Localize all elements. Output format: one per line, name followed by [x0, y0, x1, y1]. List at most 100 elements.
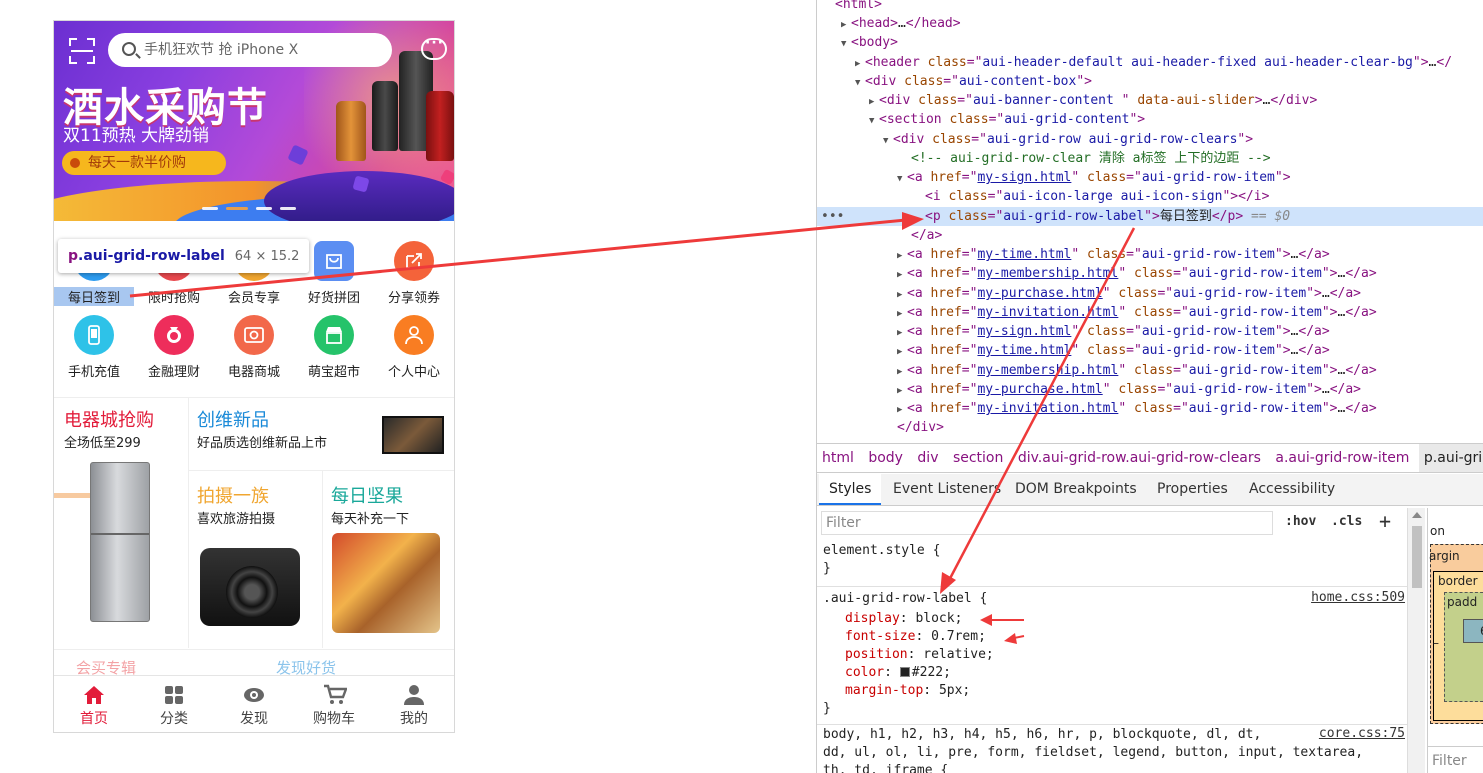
promo-title: 每日坚果 — [331, 486, 403, 507]
dom-node[interactable]: ▼ <a href="my-sign.html" class="aui-grid-… — [817, 168, 1483, 187]
dom-node[interactable]: ▶ <header class="aui-header-default aui-h… — [817, 53, 1483, 72]
css-property[interactable]: position: relative; — [845, 646, 994, 664]
box-model-margin[interactable]: argin border padd 6 – — [1429, 544, 1483, 724]
breadcrumb-item[interactable]: a.aui-grid-row-item — [1270, 444, 1414, 472]
breadcrumb-item[interactable]: body — [863, 444, 908, 472]
grid-item-recharge[interactable]: 手机充值 — [54, 305, 134, 380]
promo-divider — [188, 398, 189, 648]
dom-node[interactable]: ▶ <div class="aui-banner-content " data-a… — [817, 91, 1483, 110]
grid-item-baby-market[interactable]: 萌宝超市 — [294, 305, 374, 380]
dom-node[interactable]: ▶ <a href="my-purchase.html" class="aui-g… — [817, 284, 1483, 303]
banner-pill: 每天一款半价购 — [62, 151, 226, 175]
pill-dot — [70, 158, 80, 168]
rule-selector[interactable]: th, td, iframe { — [823, 762, 948, 773]
dom-node-selected[interactable]: ••• <p class="aui-grid-row-label">每日签到</p… — [817, 207, 1483, 226]
dom-node[interactable]: ▶ <head>…</head> — [817, 14, 1483, 33]
dom-node[interactable]: <i class="aui-icon-large aui-icon-sign">… — [817, 187, 1483, 206]
search-bar[interactable] — [108, 33, 392, 67]
rule-selector[interactable]: body, h1, h2, h3, h4, h5, h6, hr, p, blo… — [823, 726, 1261, 744]
banner-pill-text: 每天一款半价购 — [88, 155, 186, 171]
tab-properties[interactable]: Properties — [1147, 474, 1238, 505]
css-property[interactable]: display: block; — [845, 610, 962, 628]
grid-item-appliance[interactable]: 电器商城 — [214, 305, 294, 380]
dom-node[interactable]: </a> — [817, 226, 1483, 245]
css-property[interactable]: margin-top: 5px; — [845, 682, 970, 700]
dom-node[interactable]: ▼ <section class="aui-grid-content"> — [817, 110, 1483, 129]
bag-icon — [314, 241, 354, 281]
tab-label: 首页 — [80, 711, 108, 727]
tab-dom-breakpoints[interactable]: DOM Breakpoints — [1005, 474, 1147, 505]
tab-event-listeners[interactable]: Event Listeners — [883, 474, 1011, 505]
grid-label: 萌宝超市 — [307, 365, 360, 380]
promo-subtitle: 好品质选创维新品上市 — [197, 436, 328, 451]
dom-node[interactable]: ▶ <a href="my-membership.html" class="aui… — [817, 264, 1483, 283]
box-model-content[interactable]: 6 — [1463, 619, 1483, 643]
styles-scrollbar[interactable] — [1407, 508, 1425, 773]
rule-separator — [817, 586, 1407, 587]
tab-cart[interactable]: 购物车 — [294, 682, 374, 730]
cls-button[interactable]: .cls — [1331, 514, 1362, 529]
inspect-tooltip: p.aui-grid-row-label 64 × 15.2 — [58, 239, 310, 273]
bottle-image — [372, 81, 398, 151]
new-rule-button[interactable]: + — [1379, 509, 1391, 533]
dom-node[interactable]: ▶ <a href="my-sign.html" class="aui-grid-… — [817, 322, 1483, 341]
search-input[interactable] — [144, 33, 384, 67]
box-model-border[interactable]: border padd 6 – — [1433, 571, 1483, 721]
computed-filter-input[interactable] — [1432, 751, 1482, 771]
breadcrumb-item-current[interactable]: p.aui-gri — [1418, 444, 1483, 472]
rule-source-link[interactable]: core.css:75 — [1319, 726, 1405, 741]
tab-discover[interactable]: 发现 — [214, 682, 294, 730]
styles-filter-input[interactable] — [821, 511, 1273, 535]
promo-title: 拍摄一族 — [197, 486, 269, 507]
promo-subtitle: 每天补充一下 — [331, 512, 410, 527]
scan-icon[interactable] — [69, 38, 95, 64]
dom-node[interactable]: </div> — [817, 418, 1483, 437]
dom-node[interactable]: ▼ <body> — [817, 33, 1483, 52]
breadcrumb-item[interactable]: section — [948, 444, 1008, 472]
breadcrumb-item[interactable]: html — [817, 444, 859, 472]
dom-node[interactable]: ▶ <a href="my-membership.html" class="aui… — [817, 361, 1483, 380]
banner-subtitle: 双11预热 大牌劲销 — [63, 126, 210, 146]
dom-node[interactable]: <html> — [817, 0, 1483, 14]
box-model-padding[interactable]: padd 6 — [1444, 592, 1483, 702]
rule-source-link[interactable]: home.css:509 — [1311, 590, 1405, 605]
rule-selector[interactable]: dd, ul, ol, li, pre, form, fieldset, leg… — [823, 744, 1363, 762]
dom-node[interactable]: ▶ <a href="my-invitation.html" class="aui… — [817, 399, 1483, 418]
tab-mine[interactable]: 我的 — [374, 682, 454, 730]
promo-subtitle: 喜欢旅游拍摄 — [197, 512, 276, 527]
breadcrumb-item[interactable]: div.aui-grid-row.aui-grid-row-clears — [1013, 444, 1266, 472]
css-property[interactable]: color: #222; — [845, 664, 951, 682]
search-icon — [122, 42, 136, 56]
tab-styles[interactable]: Styles — [819, 474, 882, 505]
color-swatch[interactable] — [899, 667, 910, 677]
message-icon[interactable] — [421, 35, 447, 60]
user-icon — [394, 315, 434, 355]
rule-selector[interactable]: .aui-grid-row-label { — [823, 590, 987, 608]
dom-node[interactable]: ▼ <div class="aui-content-box"> — [817, 72, 1483, 91]
tab-home[interactable]: 首页 — [54, 682, 134, 730]
dom-node[interactable]: ▶ <a href="my-time.html" class="aui-grid-… — [817, 245, 1483, 264]
tab-category[interactable]: 分类 — [134, 682, 214, 730]
grid-item-share-coupon[interactable]: 分享领券 — [374, 231, 454, 306]
tab-label: 我的 — [400, 711, 428, 727]
dom-node[interactable]: ▶ <a href="my-purchase.html" class="aui-g… — [817, 380, 1483, 399]
promo-banner[interactable]: 酒水采购节 双11预热 大牌劲销 每天一款半价购 — [54, 21, 454, 221]
dom-node[interactable]: ▶ <a href="my-time.html" class="aui-grid-… — [817, 341, 1483, 360]
tab-bar: 首页 分类 发现 购物车 我的 — [54, 675, 454, 732]
fridge-image — [90, 462, 150, 622]
hov-button[interactable]: :hov — [1285, 514, 1316, 529]
rule-separator — [817, 724, 1407, 725]
dom-node[interactable]: ▼ <div class="aui-grid-row aui-grid-row-c… — [817, 130, 1483, 149]
tab-accessibility[interactable]: Accessibility — [1239, 474, 1345, 505]
dom-node[interactable]: ▶ <a href="my-invitation.html" class="aui… — [817, 303, 1483, 322]
grid-item-finance[interactable]: 金融理财 — [134, 305, 214, 380]
element-style-selector[interactable]: element.style { — [823, 542, 940, 560]
slider-dots[interactable] — [202, 207, 312, 211]
dom-comment[interactable]: <!-- aui-grid-row-clear 清除 a标签 上下的边距 --> — [817, 149, 1483, 168]
grid-item-profile[interactable]: 个人中心 — [374, 305, 454, 380]
styles-toolbar: :hov .cls + — [817, 508, 1407, 538]
panel-tabs: Styles Event Listeners DOM Breakpoints P… — [817, 474, 1483, 506]
breadcrumb-item[interactable]: div — [912, 444, 943, 472]
box-model-label: padd — [1447, 595, 1478, 609]
css-property[interactable]: font-size: 0.7rem; — [845, 628, 986, 646]
